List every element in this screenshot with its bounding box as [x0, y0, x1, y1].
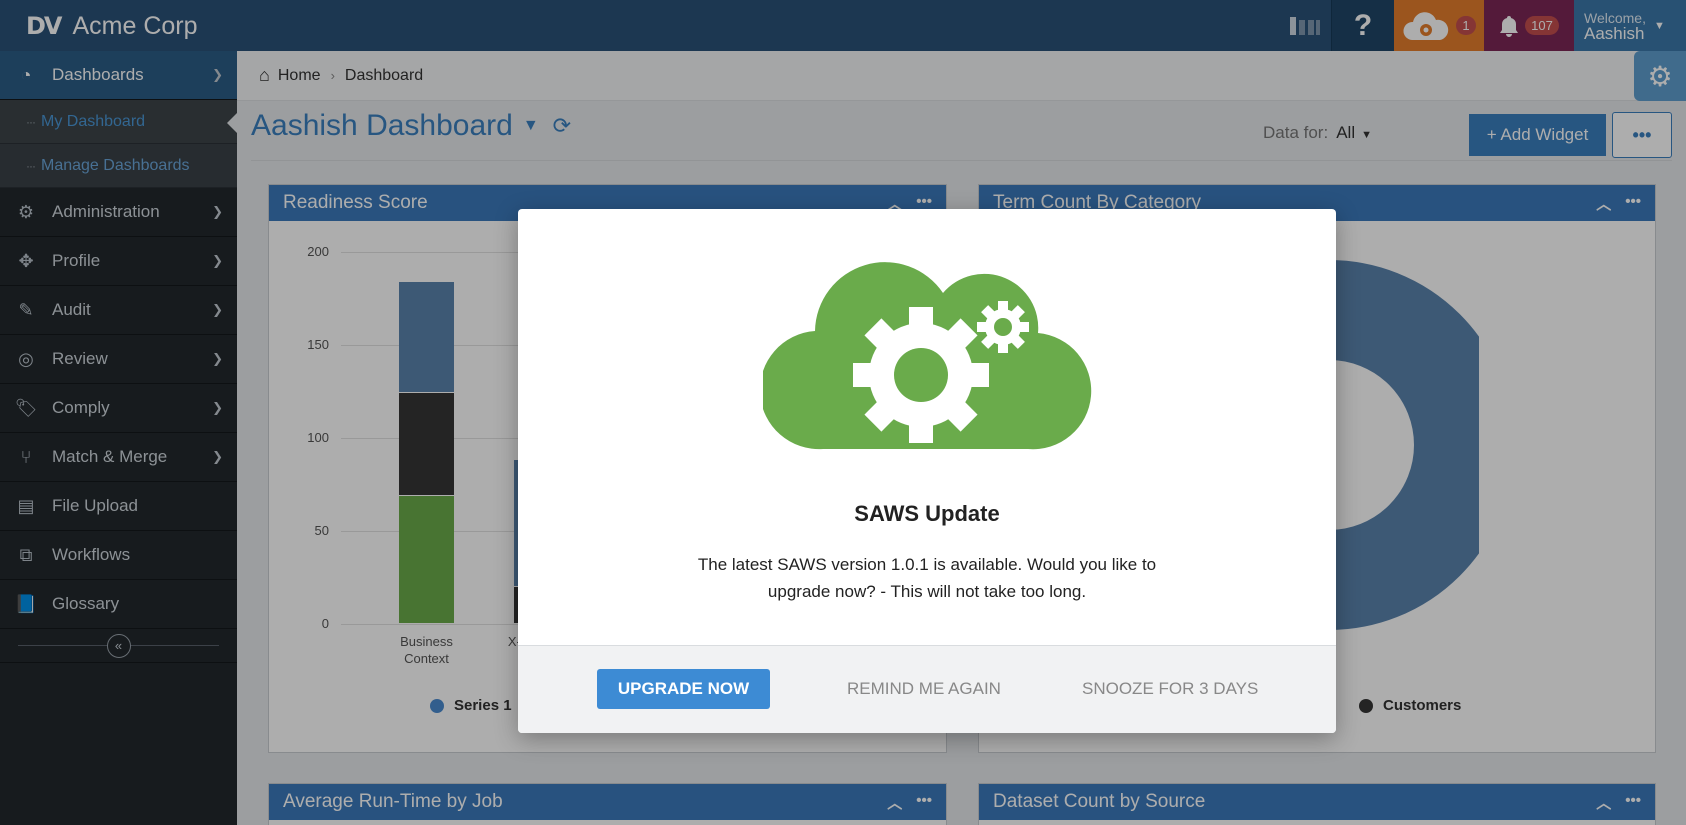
dialog-message: The latest SAWS version 1.0.1 is availab… [697, 555, 1157, 601]
remind-me-again-button[interactable]: REMIND ME AGAIN [847, 669, 1001, 709]
dialog-footer: UPGRADE NOW REMIND ME AGAIN SNOOZE FOR 3… [518, 645, 1336, 733]
dialog-title: SAWS Update [854, 501, 1000, 526]
upgrade-now-button[interactable]: UPGRADE NOW [597, 669, 770, 709]
update-dialog: SAWS Update The latest SAWS version 1.0.… [518, 209, 1336, 733]
cloud-gear-icon [763, 262, 1092, 450]
snooze-button[interactable]: SNOOZE FOR 3 DAYS [1082, 669, 1258, 709]
